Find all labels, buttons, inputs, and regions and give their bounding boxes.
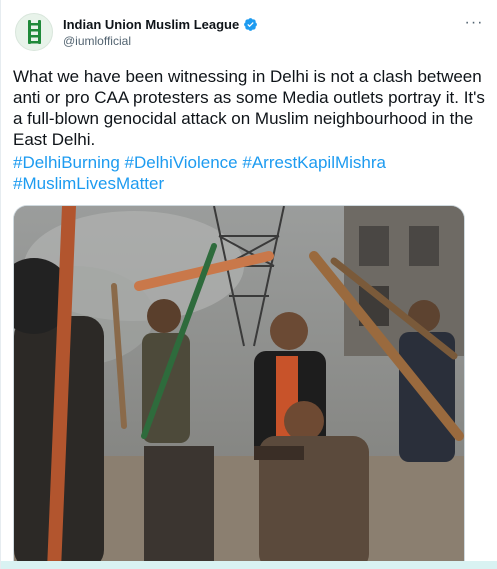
bottom-divider [1, 561, 497, 569]
display-name[interactable]: Indian Union Muslim League [63, 17, 239, 32]
hashtag-link[interactable]: #DelhiBurning [13, 153, 120, 172]
hashtag-link[interactable]: #MuslimLivesMatter [13, 174, 164, 193]
handle[interactable]: @iumlofficial [63, 34, 131, 48]
tweet-card: Indian Union Muslim League @iumlofficial… [0, 0, 497, 569]
tweet-text: What we have been witnessing in Delhi is… [13, 67, 485, 149]
hashtag-list: #DelhiBurning #DelhiViolence #ArrestKapi… [13, 152, 488, 194]
avatar[interactable] [15, 13, 53, 51]
more-options-button[interactable]: ··· [463, 13, 485, 33]
ladder-logo-icon [28, 20, 41, 44]
tweet-header: Indian Union Muslim League @iumlofficial… [15, 13, 485, 53]
verified-badge-icon [244, 17, 258, 31]
hashtag-link[interactable]: #ArrestKapilMishra [242, 153, 386, 172]
tweet-photo[interactable] [13, 205, 465, 569]
street-clash-photo [14, 206, 464, 569]
hashtag-link[interactable]: #DelhiViolence [125, 153, 238, 172]
name-row: Indian Union Muslim League [63, 15, 258, 33]
